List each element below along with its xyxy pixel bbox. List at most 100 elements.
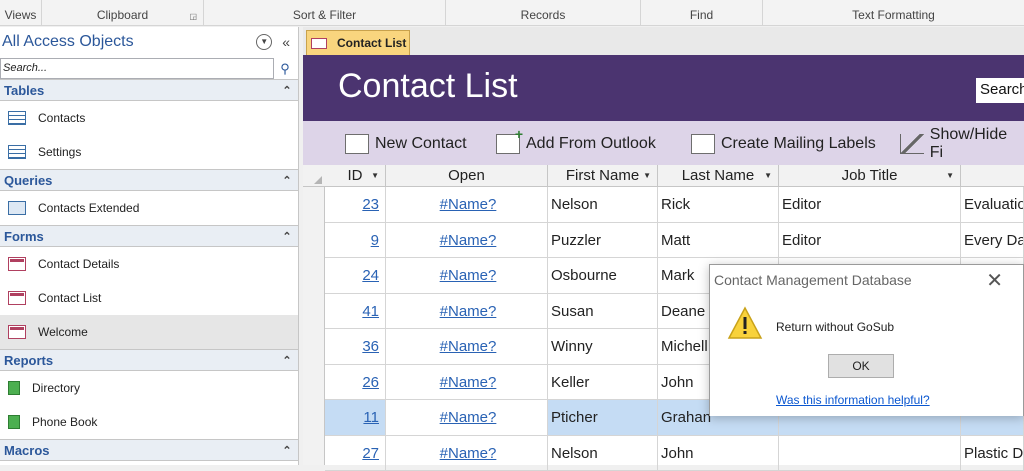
ribbon-group-label: Records xyxy=(521,8,566,22)
open-link-cell[interactable]: #Name? xyxy=(386,365,548,400)
chevron-up-icon[interactable]: ⌃ xyxy=(276,84,298,97)
search-box[interactable]: Search xyxy=(976,78,1024,103)
first-name-cell[interactable]: Nelson xyxy=(548,187,658,222)
last-name-cell[interactable]: John xyxy=(658,436,779,471)
query-icon xyxy=(8,201,26,215)
id-cell[interactable]: 24 xyxy=(325,258,386,293)
open-link-cell[interactable]: #Name? xyxy=(386,258,548,293)
nav-category-queries[interactable]: Queries⌃ xyxy=(0,169,298,191)
chevron-up-icon[interactable]: ⌃ xyxy=(276,174,298,187)
first-name-cell[interactable]: Puzzler xyxy=(548,223,658,258)
open-link-cell[interactable]: #Name? xyxy=(386,187,548,222)
first-name-cell[interactable]: Nelson xyxy=(548,436,658,471)
nav-category-forms[interactable]: Forms⌃ xyxy=(0,225,298,247)
form-icon xyxy=(311,38,327,49)
last-name-cell[interactable]: Rick xyxy=(658,187,779,222)
first-name-cell[interactable]: Pticher xyxy=(548,400,658,435)
nav-item-contact-list[interactable]: Contact List xyxy=(0,281,298,315)
open-link-cell[interactable]: #Name? xyxy=(386,329,548,364)
close-icon[interactable]: ✕ xyxy=(986,268,1003,293)
dialog-title: Contact Management Database xyxy=(714,272,912,288)
chevron-down-icon[interactable]: ▼ xyxy=(256,34,272,50)
collapse-pane-icon[interactable]: « xyxy=(282,34,290,50)
ribbon-group-find: Find xyxy=(641,0,763,26)
nav-pane-header[interactable]: All Access Objects ▼ « xyxy=(0,27,298,57)
job-title-cell[interactable]: Editor xyxy=(779,187,961,222)
column-header-last-name[interactable]: Last Name▼ xyxy=(658,165,779,187)
chevron-up-icon[interactable]: ⌃ xyxy=(276,354,298,367)
nav-search: Search... ⚲ xyxy=(0,57,296,79)
nav-item-settings[interactable]: Settings xyxy=(0,135,298,169)
nav-item-contacts[interactable]: Contacts xyxy=(0,101,298,135)
column-header-label: Job Title xyxy=(842,167,898,184)
column-header-job-title[interactable]: Job Title ▼ xyxy=(779,165,961,187)
id-cell[interactable]: 11 xyxy=(325,400,386,435)
category-label: Macros xyxy=(4,443,276,458)
job-title-cell[interactable] xyxy=(779,436,961,471)
table-row[interactable]: 27#Name?NelsonJohn Plastic D xyxy=(325,436,1024,471)
tab-contact-list[interactable]: Contact List xyxy=(306,30,410,55)
help-link[interactable]: Was this information helpful? xyxy=(776,393,930,407)
table-icon xyxy=(8,145,26,159)
chevron-up-icon[interactable]: ⌃ xyxy=(276,444,298,457)
nav-item-label: Phone Book xyxy=(32,415,97,429)
nav-item-label: Contacts Extended xyxy=(38,201,139,215)
nav-item-phone-book[interactable]: Phone Book xyxy=(0,405,298,439)
nav-category-macros[interactable]: Macros⌃ xyxy=(0,439,298,461)
nav-item-label: Settings xyxy=(38,145,81,159)
open-link-cell[interactable]: #Name? xyxy=(386,436,548,471)
open-link-cell[interactable]: #Name? xyxy=(386,223,548,258)
dialog-body: Return without GoSub OK Was this informa… xyxy=(710,297,1023,416)
first-name-cell[interactable]: Osbourne xyxy=(548,258,658,293)
id-cell[interactable]: 9 xyxy=(325,223,386,258)
table-row[interactable]: 23#Name?NelsonRickEditorEvaluatio xyxy=(325,187,1024,223)
nav-pane-title[interactable]: All Access Objects xyxy=(2,33,256,51)
record-selector-column[interactable] xyxy=(303,187,325,465)
column-header-extra[interactable] xyxy=(961,165,1024,187)
filter-dropdown-icon[interactable]: ▼ xyxy=(643,165,651,187)
id-cell[interactable]: 23 xyxy=(325,187,386,222)
tab-label: Contact List xyxy=(337,36,406,50)
first-name-cell[interactable]: Keller xyxy=(548,365,658,400)
button-label: Create Mailing Labels xyxy=(721,135,876,153)
table-row[interactable]: 9#Name?PuzzlerMattEditorEvery Da xyxy=(325,223,1024,259)
search-icon[interactable]: ⚲ xyxy=(274,58,296,79)
extra-cell[interactable]: Evaluatio xyxy=(961,187,1024,222)
column-header-open[interactable]: Open xyxy=(386,165,548,187)
id-cell[interactable]: 36 xyxy=(325,329,386,364)
ok-button[interactable]: OK xyxy=(828,354,894,378)
last-name-cell[interactable]: Matt xyxy=(658,223,779,258)
nav-item-contacts-extended[interactable]: Contacts Extended xyxy=(0,191,298,225)
add-from-outlook-button[interactable]: Add From Outlook xyxy=(496,131,656,157)
filter-dropdown-icon[interactable]: ▼ xyxy=(371,165,379,187)
dialog-launcher-icon[interactable]: ◲ xyxy=(189,12,197,21)
id-cell[interactable]: 41 xyxy=(325,294,386,329)
extra-cell[interactable]: Plastic D xyxy=(961,436,1024,471)
extra-cell[interactable]: Every Da xyxy=(961,223,1024,258)
job-title-cell[interactable]: Editor xyxy=(779,223,961,258)
nav-category-reports[interactable]: Reports⌃ xyxy=(0,349,298,371)
button-label: Add From Outlook xyxy=(526,135,656,153)
nav-category-tables[interactable]: Tables⌃ xyxy=(0,79,298,101)
column-header-id[interactable]: ID▼ xyxy=(325,165,386,187)
new-contact-button[interactable]: New Contact xyxy=(345,131,467,157)
nav-item-contact-details[interactable]: Contact Details xyxy=(0,247,298,281)
chevron-up-icon[interactable]: ⌃ xyxy=(276,230,298,243)
first-name-cell[interactable]: Winny xyxy=(548,329,658,364)
select-all-corner[interactable] xyxy=(303,165,325,187)
ribbon-group-label: Find xyxy=(690,8,713,22)
nav-search-input[interactable]: Search... xyxy=(0,58,274,79)
id-cell[interactable]: 26 xyxy=(325,365,386,400)
column-header-first-name[interactable]: First Name▼ xyxy=(548,165,658,187)
nav-item-welcome[interactable]: Welcome xyxy=(0,315,298,349)
add-contact-icon xyxy=(496,134,520,154)
open-link-cell[interactable]: #Name? xyxy=(386,294,548,329)
show-hide-fields-button[interactable]: Show/Hide Fi xyxy=(900,131,1024,157)
filter-dropdown-icon[interactable]: ▼ xyxy=(946,165,954,187)
nav-item-directory[interactable]: Directory xyxy=(0,371,298,405)
open-link-cell[interactable]: #Name? xyxy=(386,400,548,435)
first-name-cell[interactable]: Susan xyxy=(548,294,658,329)
id-cell[interactable]: 27 xyxy=(325,436,386,471)
filter-dropdown-icon[interactable]: ▼ xyxy=(764,165,772,187)
create-mailing-labels-button[interactable]: Create Mailing Labels xyxy=(691,131,876,157)
